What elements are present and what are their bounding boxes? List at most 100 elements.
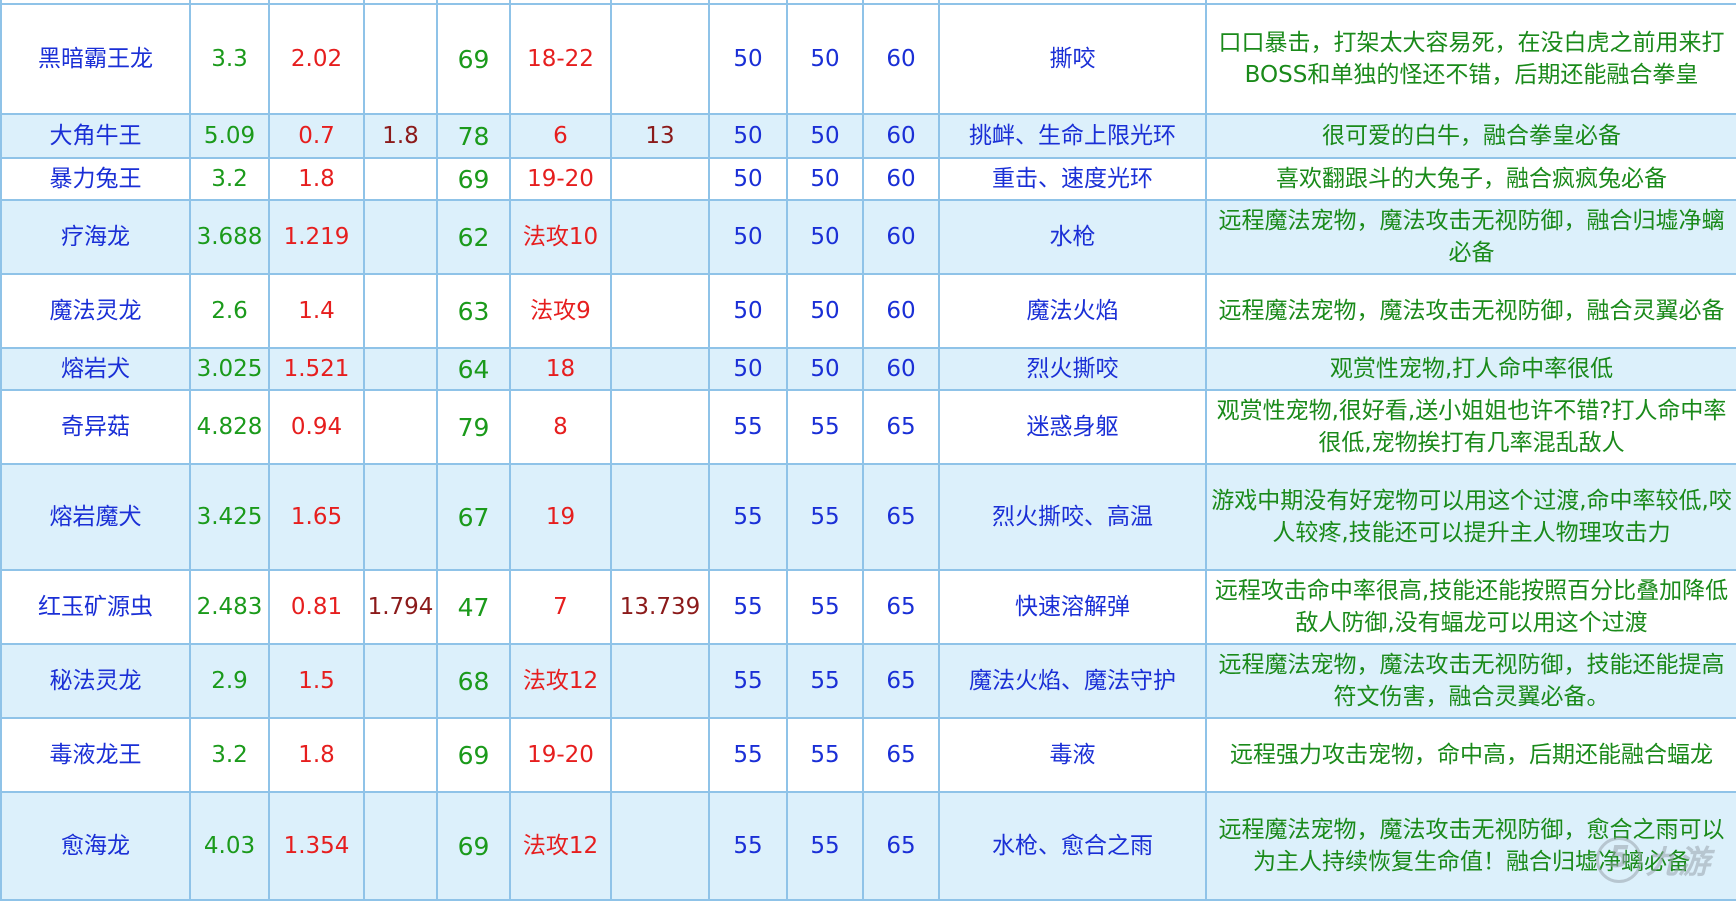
cell-c2: 1.8 [268, 717, 365, 793]
cell-c8: 50 [786, 347, 864, 391]
cell-c8: 55 [786, 569, 864, 645]
table-row: 奇异菇 4.828 0.94 79 8 55 55 65 迷惑身躯 观赏性宠物,很好看,送小姐姐也… [0, 389, 1736, 465]
cell-c5: 19-20 [509, 157, 612, 201]
cell-c7: 50 [708, 347, 788, 391]
cell-c7: 55 [708, 717, 788, 793]
cell-c4: 67 [436, 463, 511, 571]
table-row: 黑暗霸王龙 3.3 2.02 69 18-22 50 50 60 撕咬 口口暴击，打架太大容易死，… [0, 3, 1736, 115]
cell-c6 [610, 643, 710, 719]
watermark-text: 九游 [1645, 843, 1710, 881]
cell-c8: 55 [786, 643, 864, 719]
cell-c2: 0.7 [268, 113, 365, 159]
cell-c3: 1.8 [363, 113, 438, 159]
cell-c4: 68 [436, 643, 511, 719]
cell-name: 熔岩犬 [0, 347, 191, 391]
cell-skill: 毒液 [938, 717, 1207, 793]
cell-c7: 50 [708, 113, 788, 159]
cell-c3 [363, 273, 438, 349]
cell-c8: 55 [786, 717, 864, 793]
pet-stats-table: 黑暗霸王龙 3.3 2.02 69 18-22 50 50 60 撕咬 口口暴击，打架太大容易死，… [0, 0, 1736, 901]
cell-c6 [610, 3, 710, 115]
cell-name: 奇异菇 [0, 389, 191, 465]
cell-note: 远程魔法宠物，魔法攻击无视防御，技能还能提高符文伤害，融合灵翼必备。 [1205, 643, 1736, 719]
cell-name: 红玉矿源虫 [0, 569, 191, 645]
cell-c2: 2.02 [268, 3, 365, 115]
table-row: 魔法灵龙 2.6 1.4 63 法攻9 50 50 60 魔法火焰 远程魔法宠物，魔法攻击无视防御… [0, 273, 1736, 349]
cell-c4: 62 [436, 199, 511, 275]
table-body: 黑暗霸王龙 3.3 2.02 69 18-22 50 50 60 撕咬 口口暴击，打架太大容易死，… [0, 0, 1736, 901]
cell-c7: 55 [708, 389, 788, 465]
cell-c9: 65 [862, 717, 940, 793]
cell-c5: 18 [509, 347, 612, 391]
cell-c5: 法攻9 [509, 273, 612, 349]
cell-note: 游戏中期没有好宠物可以用这个过渡,命中率较低,咬人较疼,技能还可以提升主人物理攻… [1205, 463, 1736, 571]
cell-note: 远程攻击命中率很高,技能还能按照百分比叠加降低敌人防御,没有蝠龙可以用这个过渡 [1205, 569, 1736, 645]
cell-c7: 55 [708, 791, 788, 901]
table-row: 红玉矿源虫 2.483 0.81 1.794 47 7 13.739 55 55 65 快速溶解弹远… [0, 569, 1736, 645]
cell-skill: 挑衅、生命上限光环 [938, 113, 1207, 159]
cell-c9: 60 [862, 113, 940, 159]
nine-game-logo-icon [1595, 837, 1642, 883]
cell-c6: 13.739 [610, 569, 710, 645]
cell-c4: 78 [436, 113, 511, 159]
cell-c7: 55 [708, 643, 788, 719]
cell-note: 远程强力攻击宠物，命中高，后期还能融合蝠龙 [1205, 717, 1736, 793]
cell-c1: 2.6 [189, 273, 270, 349]
table-row: 毒液龙王 3.2 1.8 69 19-20 55 55 65 毒液 远程强力攻击宠物，命中高，后期… [0, 717, 1736, 793]
cell-c3: 1.794 [363, 569, 438, 645]
table-row: 暴力兔王 3.2 1.8 69 19-20 50 50 60 重击、速度光环 喜欢翻跟斗的大兔子，… [0, 157, 1736, 201]
cell-c7: 50 [708, 273, 788, 349]
cell-c4: 47 [436, 569, 511, 645]
cell-note: 喜欢翻跟斗的大兔子，融合疯疯兔必备 [1205, 157, 1736, 201]
cell-c2: 1.219 [268, 199, 365, 275]
cell-c1: 3.2 [189, 717, 270, 793]
cell-c2: 1.4 [268, 273, 365, 349]
cell-c6 [610, 463, 710, 571]
cell-c5: 18-22 [509, 3, 612, 115]
cell-c4: 63 [436, 273, 511, 349]
cell-c5: 法攻12 [509, 791, 612, 901]
cell-c9: 60 [862, 3, 940, 115]
cell-c8: 55 [786, 791, 864, 901]
cell-c3 [363, 157, 438, 201]
cell-c5: 法攻10 [509, 199, 612, 275]
cell-c9: 65 [862, 791, 940, 901]
cell-c3 [363, 3, 438, 115]
cell-c8: 55 [786, 389, 864, 465]
cell-c5: 8 [509, 389, 612, 465]
cell-c6 [610, 199, 710, 275]
table-row: 秘法灵龙 2.9 1.5 68 法攻12 55 55 65 魔法火焰、魔法守护 远程魔法宠物，魔法… [0, 643, 1736, 719]
cell-c7: 50 [708, 157, 788, 201]
cell-skill: 魔法火焰 [938, 273, 1207, 349]
watermark: 九游 [1595, 837, 1710, 883]
table-row: 熔岩魔犬 3.425 1.65 67 19 55 55 65 烈火撕咬、高温 游戏中期没有好宠物可… [0, 463, 1736, 571]
cell-c3 [363, 717, 438, 793]
cell-c6 [610, 717, 710, 793]
cell-c1: 3.688 [189, 199, 270, 275]
cell-c8: 50 [786, 157, 864, 201]
cell-c6 [610, 347, 710, 391]
cell-name: 愈海龙 [0, 791, 191, 901]
cell-skill: 撕咬 [938, 3, 1207, 115]
cell-c7: 55 [708, 569, 788, 645]
cell-note: 口口暴击，打架太大容易死，在没白虎之前用来打BOSS和单独的怪还不错，后期还能融… [1205, 3, 1736, 115]
cell-skill: 烈火撕咬、高温 [938, 463, 1207, 571]
cell-name: 黑暗霸王龙 [0, 3, 191, 115]
cell-name: 魔法灵龙 [0, 273, 191, 349]
cell-c9: 65 [862, 643, 940, 719]
cell-c8: 50 [786, 113, 864, 159]
cell-c8: 50 [786, 199, 864, 275]
cell-c8: 50 [786, 3, 864, 115]
cell-c1: 3.425 [189, 463, 270, 571]
cell-skill: 魔法火焰、魔法守护 [938, 643, 1207, 719]
cell-c3 [363, 463, 438, 571]
cell-c2: 1.8 [268, 157, 365, 201]
cell-note: 远程魔法宠物，魔法攻击无视防御，融合归墟净螭必备 [1205, 199, 1736, 275]
cell-c1: 3.2 [189, 157, 270, 201]
cell-name: 秘法灵龙 [0, 643, 191, 719]
cell-c6 [610, 791, 710, 901]
cell-c4: 64 [436, 347, 511, 391]
table-row: 熔岩犬 3.025 1.521 64 18 50 50 60 烈火撕咬 观赏性宠物,打人命中率很低 [0, 347, 1736, 391]
cell-c2: 0.94 [268, 389, 365, 465]
cell-name: 大角牛王 [0, 113, 191, 159]
